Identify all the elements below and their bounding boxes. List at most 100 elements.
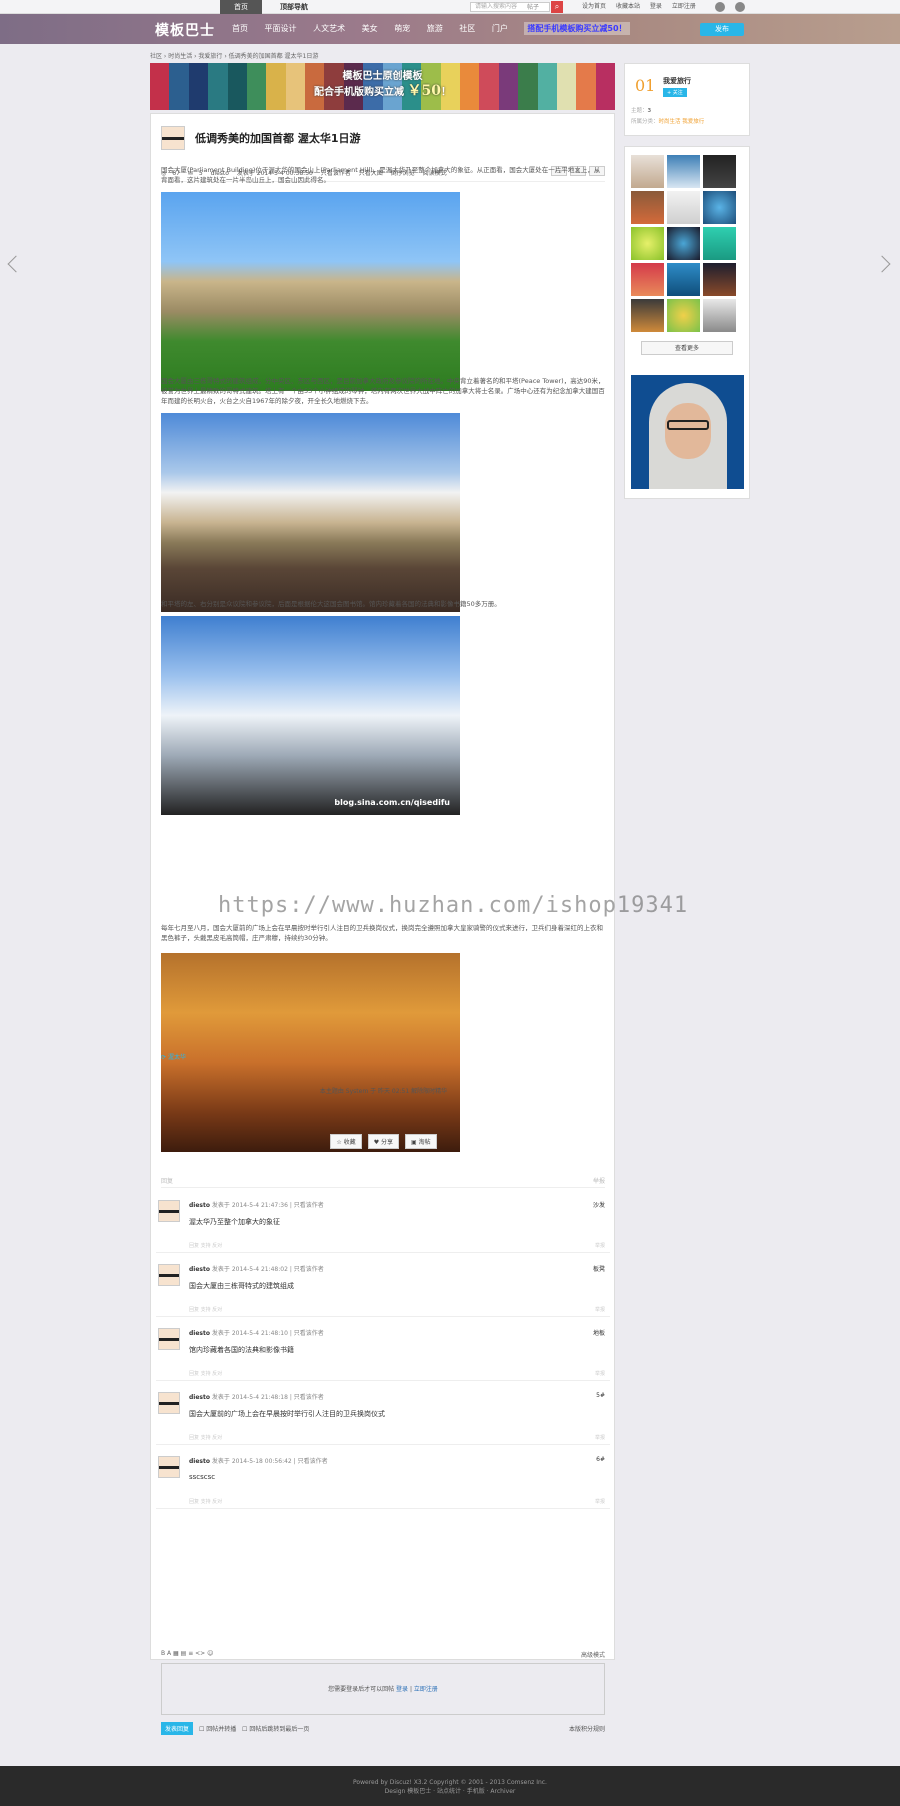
collect-button[interactable]: ▣ 淘帖 bbox=[405, 1134, 437, 1149]
reply-link[interactable]: 回复 bbox=[161, 1178, 173, 1185]
author-avatar[interactable] bbox=[161, 126, 185, 150]
nav-promo-link[interactable]: 搭配手机模板购买立减50！ bbox=[524, 22, 630, 35]
comment-report[interactable]: 举报 bbox=[595, 1242, 605, 1249]
tab-top-nav[interactable]: 顶部导航 bbox=[266, 0, 322, 14]
follow-button[interactable]: + 关注 bbox=[663, 88, 687, 97]
nav-item-beauty[interactable]: 美女 bbox=[362, 24, 378, 33]
view-more-button[interactable]: 查看更多 bbox=[641, 341, 733, 355]
photo-parliament-front[interactable] bbox=[161, 192, 460, 391]
thumbnail[interactable] bbox=[703, 227, 736, 260]
thumbnail[interactable] bbox=[667, 263, 700, 296]
comment-item: diesto 发表于 2014-5-18 00:56:42 | 只看该作者 6#… bbox=[156, 1447, 610, 1509]
comment-report[interactable]: 举报 bbox=[595, 1370, 605, 1377]
nav-item-portal[interactable]: 门户 bbox=[492, 24, 508, 33]
comment-author[interactable]: diesto bbox=[189, 1266, 210, 1273]
comment-author-only[interactable]: 只看该作者 bbox=[294, 1330, 324, 1337]
comment-ops[interactable]: 回复 支持 反对 bbox=[189, 1242, 222, 1249]
comment-author[interactable]: diesto bbox=[189, 1458, 210, 1465]
comment-author[interactable]: diesto bbox=[189, 1202, 210, 1209]
weibo-login-icon[interactable] bbox=[735, 2, 745, 12]
search-type-select[interactable]: 帖子 bbox=[527, 2, 539, 11]
forum-name[interactable]: 我爱旅行 bbox=[663, 76, 691, 86]
link-register[interactable]: 立即注册 bbox=[672, 3, 696, 10]
comment-ops[interactable]: 回复 支持 反对 bbox=[189, 1434, 222, 1441]
comment-author-only[interactable]: 只看该作者 bbox=[294, 1394, 324, 1401]
footer-links[interactable]: Design 模板巴士 · 站点统计 · 手机版 · Archiver bbox=[0, 1787, 900, 1796]
comment-author[interactable]: diesto bbox=[189, 1330, 210, 1337]
nav-item-community[interactable]: 社区 bbox=[459, 24, 475, 33]
post-paragraph-4: 每年七月至八月，国会大厦前的广场上会在早晨按时举行引人注目的卫兵换岗仪式，换岗完… bbox=[161, 924, 603, 942]
advanced-mode-link[interactable]: 高级模式 bbox=[581, 1650, 605, 1659]
link-bookmark[interactable]: 收藏本站 bbox=[616, 3, 640, 10]
comment-avatar[interactable] bbox=[158, 1456, 180, 1478]
thumbnail[interactable] bbox=[667, 227, 700, 260]
checkbox-forward[interactable]: ☐ bbox=[199, 1726, 204, 1733]
editor-sep: | bbox=[409, 1686, 412, 1693]
editor-login-link[interactable]: 登录 bbox=[396, 1686, 408, 1693]
comment-author-only[interactable]: 只看该作者 bbox=[294, 1202, 324, 1209]
photo-senate-chamber[interactable] bbox=[161, 953, 460, 1152]
comment-author-only[interactable]: 只看该作者 bbox=[294, 1266, 324, 1273]
nav-item-home[interactable]: 首页 bbox=[232, 24, 248, 33]
thumbnail[interactable] bbox=[631, 263, 664, 296]
report-link[interactable]: 举报 bbox=[593, 1176, 605, 1185]
comment-avatar[interactable] bbox=[158, 1200, 180, 1222]
editor-register-link[interactable]: 立即注册 bbox=[414, 1686, 438, 1693]
reply-editor[interactable]: 您需要登录后才可以回帖 登录 | 立即注册 bbox=[161, 1663, 605, 1715]
link-login[interactable]: 登录 bbox=[650, 3, 662, 10]
thumbnail[interactable] bbox=[631, 155, 664, 188]
comment-report[interactable]: 举报 bbox=[595, 1306, 605, 1313]
share-button[interactable]: ♥ 分享 bbox=[367, 1134, 400, 1149]
post-tag[interactable]: ⟳ 渥太华 bbox=[161, 1052, 186, 1061]
nav-item-design[interactable]: 平面设计 bbox=[265, 24, 297, 33]
comment-author-only[interactable]: 只看该作者 bbox=[298, 1458, 328, 1465]
sidebar-portrait[interactable] bbox=[631, 375, 744, 489]
thumbnail[interactable] bbox=[631, 227, 664, 260]
editor-format-buttons[interactable]: B A ▦ ▤ ≡ <> ☺ bbox=[161, 1650, 213, 1657]
thumbnail[interactable] bbox=[631, 299, 664, 332]
comment-avatar[interactable] bbox=[158, 1392, 180, 1414]
checkbox-jump-last[interactable]: ☐ bbox=[242, 1726, 247, 1733]
thumbnail[interactable] bbox=[703, 299, 736, 332]
comment-author[interactable]: diesto bbox=[189, 1394, 210, 1401]
photo-library[interactable]: blog.sina.com.cn/qisedifu bbox=[161, 616, 460, 815]
submit-reply-button[interactable]: 发表回复 bbox=[161, 1722, 194, 1735]
thumbnail[interactable] bbox=[631, 191, 664, 224]
comment-floor: 沙发 bbox=[592, 1202, 605, 1209]
comment-ops[interactable]: 回复 支持 反对 bbox=[189, 1498, 222, 1505]
search-button[interactable]: ⌕ bbox=[551, 1, 563, 13]
prev-arrow-icon[interactable] bbox=[7, 255, 25, 273]
post-button[interactable]: 发布 bbox=[700, 23, 744, 36]
thumbnail[interactable] bbox=[667, 191, 700, 224]
photo-peace-tower[interactable] bbox=[161, 413, 460, 612]
thumbnail[interactable] bbox=[703, 191, 736, 224]
qq-login-icon[interactable] bbox=[715, 2, 725, 12]
comment-report[interactable]: 举报 bbox=[595, 1434, 605, 1441]
comment-text: 国会大厦由三栋哥特式的建筑组成 bbox=[189, 1282, 294, 1290]
favorite-icon: ☆ bbox=[336, 1139, 342, 1146]
tab-home[interactable]: 首页 bbox=[220, 0, 262, 14]
thumbnail[interactable] bbox=[667, 155, 700, 188]
favorite-button[interactable]: ☆ 收藏 bbox=[330, 1134, 362, 1149]
nav-item-travel[interactable]: 旅游 bbox=[427, 24, 443, 33]
banner-line2: 配合手机版购买立减 bbox=[314, 87, 405, 98]
rules-link[interactable]: 本版积分规则 bbox=[569, 1724, 605, 1733]
comment-ops[interactable]: 回复 支持 反对 bbox=[189, 1370, 222, 1377]
link-set-home[interactable]: 设为首页 bbox=[582, 3, 606, 10]
comment-meta: diesto 发表于 2014-5-18 00:56:42 | 只看该作者 bbox=[189, 1458, 328, 1465]
nav-item-art[interactable]: 人文艺术 bbox=[313, 24, 345, 33]
cats-value[interactable]: 时尚生活 我爱旅行 bbox=[659, 119, 705, 125]
tag-icon: ⟳ bbox=[161, 1054, 167, 1061]
comment-avatar[interactable] bbox=[158, 1264, 180, 1286]
thumbnail[interactable] bbox=[703, 155, 736, 188]
nav-item-pets[interactable]: 萌宠 bbox=[394, 24, 410, 33]
site-logo[interactable]: 模板巴士 bbox=[155, 20, 215, 40]
comment-ops[interactable]: 回复 支持 反对 bbox=[189, 1306, 222, 1313]
comment-avatar[interactable] bbox=[158, 1328, 180, 1350]
next-arrow-icon[interactable] bbox=[873, 255, 891, 273]
comment-report[interactable]: 举报 bbox=[595, 1498, 605, 1505]
thumbnail[interactable] bbox=[703, 263, 736, 296]
thumbnail[interactable] bbox=[667, 299, 700, 332]
promo-banner[interactable]: 模板巴士原创模板 配合手机版购买立减 ￥50！ bbox=[150, 63, 615, 110]
editor-toolbar: B A ▦ ▤ ≡ <> ☺ 高级模式 bbox=[161, 1650, 605, 1659]
